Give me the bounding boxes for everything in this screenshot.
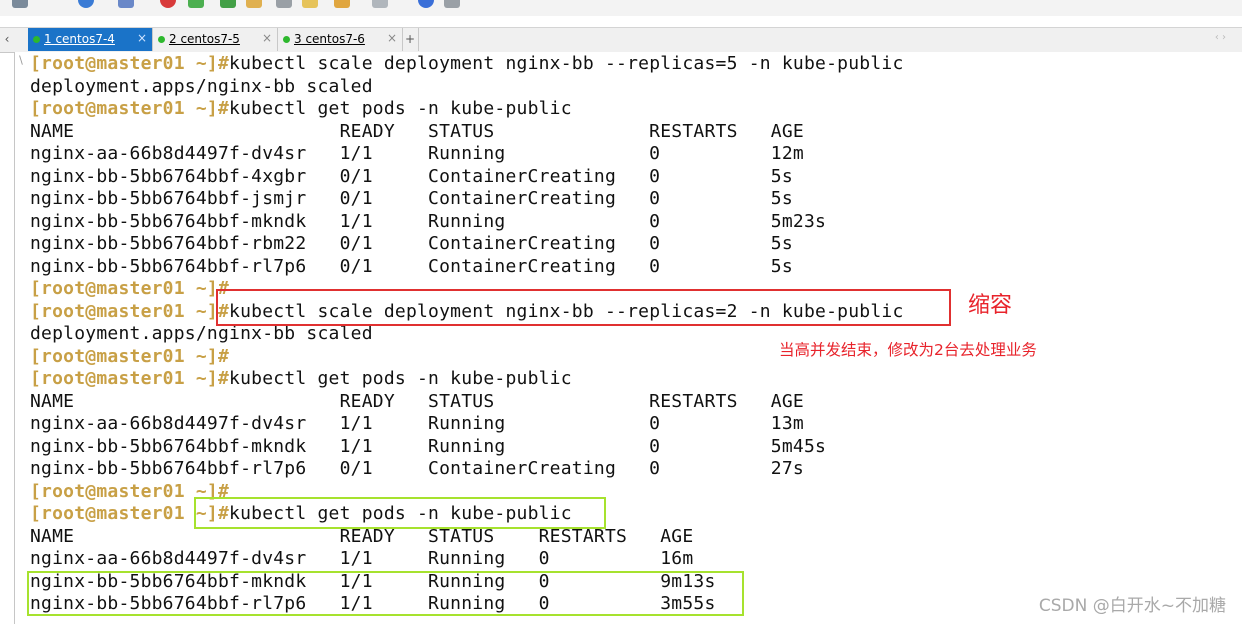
terminal-line: nginx-bb-5bb6764bbf-mkndk 1/1 Running 0 …: [30, 211, 826, 234]
annotation-title: 缩容: [968, 293, 1013, 318]
output-text: nginx-bb-5bb6764bbf-jsmjr 0/1 ContainerC…: [30, 188, 793, 209]
lock-icon[interactable]: [302, 0, 318, 8]
output-text: nginx-bb-5bb6764bbf-mkndk 1/1 Running 0 …: [30, 435, 827, 457]
folder-icon[interactable]: [246, 0, 262, 8]
shell-prompt: [root@master01 ~]#: [30, 345, 230, 367]
output-text: deployment.apps/nginx-bb scaled: [30, 75, 373, 97]
output-text: NAME READY STATUS RESTARTS AGE: [30, 390, 804, 412]
terminal-line: nginx-bb-5bb6764bbf-4xgbr 0/1 ContainerC…: [30, 166, 793, 189]
shell-prompt: [root@master01 ~]#: [30, 368, 230, 389]
command-text: kubectl get pods -n kube-public: [229, 98, 572, 119]
terminal-line: NAME READY STATUS RESTARTS AGE: [30, 391, 804, 414]
pin-icon[interactable]: [444, 0, 460, 8]
output-text: nginx-bb-5bb6764bbf-rbm22 0/1 ContainerC…: [30, 233, 793, 254]
output-text: deployment.apps/nginx-bb scaled: [30, 323, 373, 344]
green-tool-icon[interactable]: [188, 0, 204, 8]
terminal-line: deployment.apps/nginx-bb scaled: [30, 323, 373, 346]
cursor-marker-icon: ∖: [17, 54, 25, 67]
terminal-line: [root@master01 ~]#kubectl get pods -n ku…: [30, 98, 572, 121]
tab-centos7-4[interactable]: 1 centos7-4 ×: [28, 28, 153, 51]
help-icon[interactable]: [418, 0, 434, 8]
tab-centos7-6[interactable]: 3 centos7-6 ×: [278, 28, 403, 51]
close-icon[interactable]: ×: [137, 31, 147, 45]
terminal-pane[interactable]: ∖ [root@master01 ~]#kubectl scale deploy…: [14, 52, 1242, 624]
output-text: nginx-aa-66b8d4497f-dv4sr 1/1 Running 0 …: [30, 143, 804, 164]
output-text: nginx-aa-66b8d4497f-dv4sr 1/1 Running 0 …: [30, 413, 804, 434]
green-tool2-icon[interactable]: [220, 0, 236, 8]
output-text: nginx-bb-5bb6764bbf-rl7p6 0/1 ContainerC…: [30, 458, 804, 479]
terminal-line: nginx-bb-5bb6764bbf-jsmjr 0/1 ContainerC…: [30, 188, 793, 211]
shell-prompt: [root@master01 ~]#: [30, 278, 230, 299]
connected-status-icon: [33, 36, 40, 43]
terminal-line: nginx-bb-5bb6764bbf-rbm22 0/1 ContainerC…: [30, 233, 793, 256]
command-text: kubectl scale deployment nginx-bb --repl…: [229, 53, 904, 74]
terminal-line: deployment.apps/nginx-bb scaled: [30, 76, 373, 99]
globe-icon[interactable]: [78, 0, 94, 8]
terminal-line: nginx-bb-5bb6764bbf-rl7p6 0/1 ContainerC…: [30, 458, 804, 481]
terminal-line: NAME READY STATUS RESTARTS AGE: [30, 121, 804, 144]
tab-scroll-left-icon[interactable]: ‹: [0, 32, 14, 46]
output-text: nginx-aa-66b8d4497f-dv4sr 1/1 Running 0 …: [30, 548, 694, 569]
shell-prompt: [root@master01 ~]#: [30, 53, 230, 74]
toolbar: [0, 0, 1242, 16]
watermark: CSDN @白开水~不加糖: [1038, 596, 1226, 616]
terminal-line: [root@master01 ~]#kubectl get pods -n ku…: [30, 368, 572, 391]
output-text: NAME READY STATUS RESTARTS AGE: [30, 120, 804, 142]
terminal-line: [root@master01 ~]#: [30, 346, 229, 369]
shell-prompt: [root@master01 ~]#: [30, 300, 230, 322]
terminal-line: nginx-aa-66b8d4497f-dv4sr 1/1 Running 0 …: [30, 548, 693, 571]
tab-label: 2 centos7-5: [169, 32, 240, 46]
annotation-note: 当高并发结束，修改为2台去处理业务: [779, 341, 1037, 359]
highlight-box-remaining-pods: [27, 571, 744, 616]
font-icon[interactable]: [118, 0, 134, 8]
keyboard-icon[interactable]: [276, 0, 292, 8]
connected-status-icon: [158, 36, 165, 43]
terminal-line: [root@master01 ~]#: [30, 278, 229, 301]
close-icon[interactable]: ×: [262, 31, 272, 45]
terminal-line: nginx-aa-66b8d4497f-dv4sr 1/1 Running 0 …: [30, 143, 804, 166]
folder2-icon[interactable]: [334, 0, 350, 8]
connected-status-icon: [283, 36, 290, 43]
terminal-line: nginx-bb-5bb6764bbf-rl7p6 0/1 ContainerC…: [30, 256, 793, 279]
output-text: nginx-bb-5bb6764bbf-mkndk 1/1 Running 0 …: [30, 210, 827, 232]
close-icon[interactable]: ×: [387, 31, 397, 45]
back-arrow-icon[interactable]: [12, 0, 28, 8]
output-text: nginx-bb-5bb6764bbf-rl7p6 0/1 ContainerC…: [30, 255, 793, 277]
tab-scroll-arrows-icon[interactable]: ‹ ›: [1215, 32, 1226, 43]
tab-centos7-5[interactable]: 2 centos7-5 ×: [153, 28, 278, 51]
highlight-box-get-pods-command: [194, 497, 606, 529]
highlight-box-scale-command: [216, 289, 951, 326]
add-tab-button[interactable]: +: [402, 28, 419, 51]
shell-prompt: [root@master01 ~]#: [30, 98, 230, 119]
tab-label: 3 centos7-6: [294, 32, 365, 46]
tab-bar: ‹ 1 centos7-4 × 2 centos7-5 × 3 centos7-…: [0, 27, 1242, 53]
terminal-line: [root@master01 ~]#kubectl scale deployme…: [30, 53, 904, 76]
window-icon[interactable]: [372, 0, 388, 8]
terminal-line: nginx-aa-66b8d4497f-dv4sr 1/1 Running 0 …: [30, 413, 804, 436]
command-text: kubectl get pods -n kube-public: [229, 368, 572, 389]
terminal-line: nginx-bb-5bb6764bbf-mkndk 1/1 Running 0 …: [30, 436, 826, 459]
tab-label: 1 centos7-4: [44, 32, 115, 46]
output-text: nginx-bb-5bb6764bbf-4xgbr 0/1 ContainerC…: [30, 165, 793, 187]
stop-icon[interactable]: [160, 0, 176, 8]
